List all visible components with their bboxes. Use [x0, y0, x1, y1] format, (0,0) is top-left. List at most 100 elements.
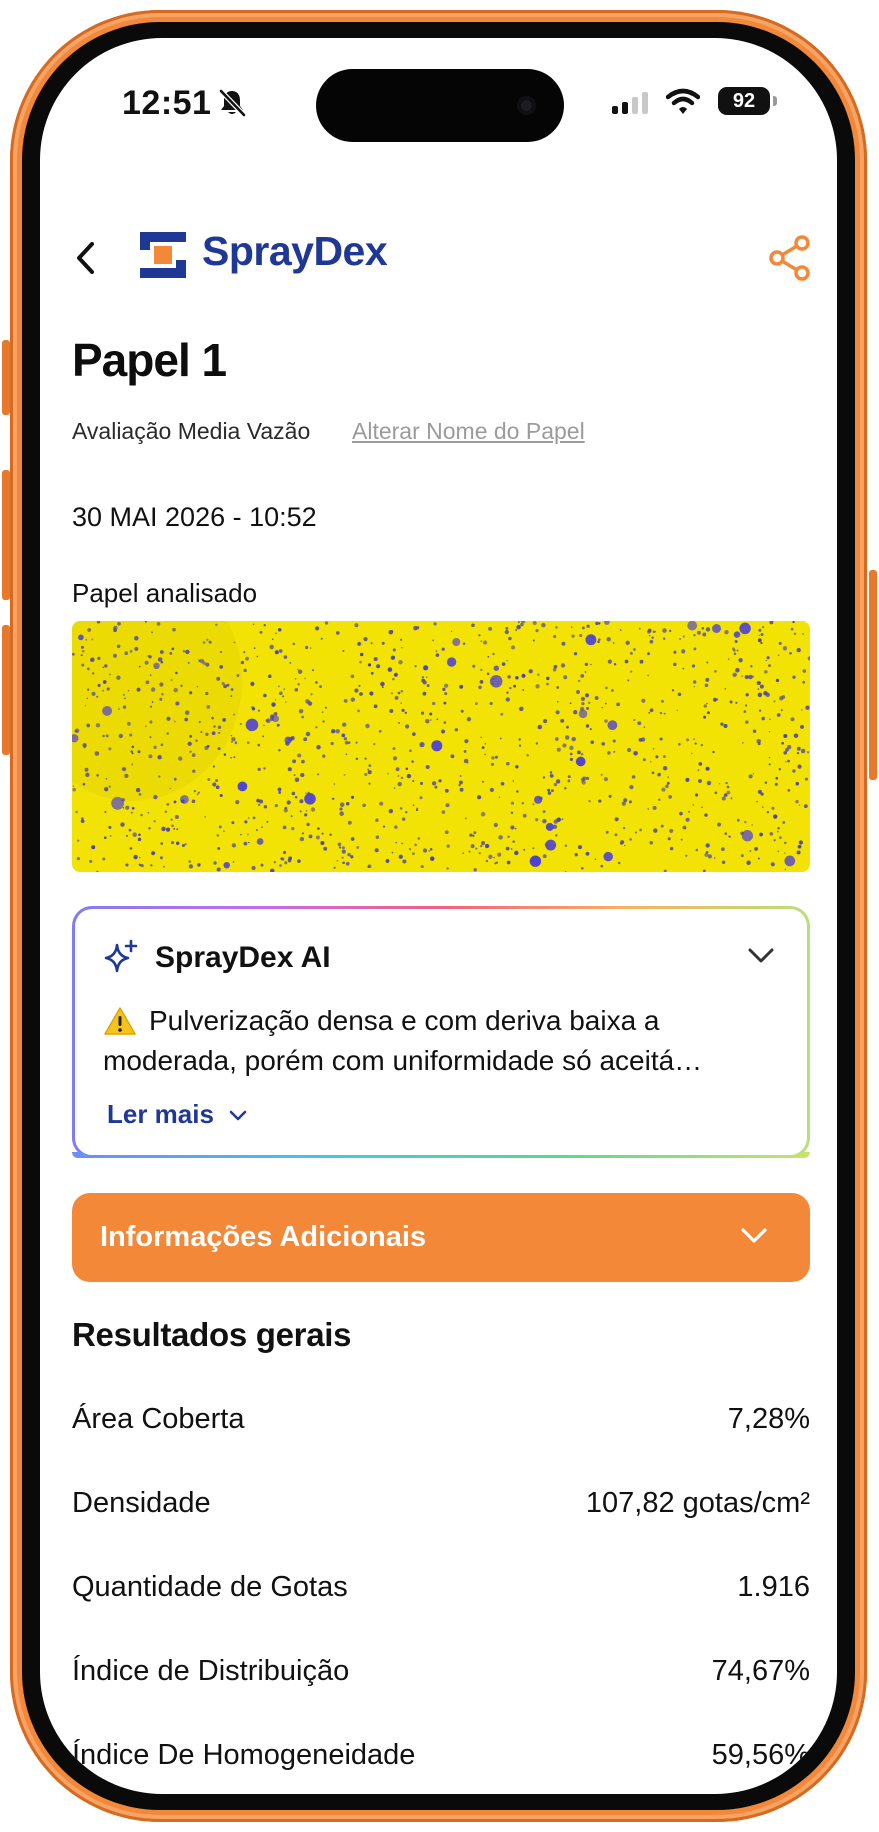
battery-level: 92 — [732, 90, 756, 112]
rename-paper-link[interactable]: Alterar Nome do Papel — [352, 418, 585, 445]
droplet — [121, 766, 127, 772]
droplet — [419, 781, 424, 785]
droplet — [389, 709, 394, 713]
droplet — [541, 622, 546, 628]
droplet — [735, 667, 740, 673]
paper-category: Avaliação Media Vazão — [72, 418, 311, 444]
droplet — [732, 672, 737, 678]
droplet — [169, 651, 173, 655]
droplet — [696, 630, 701, 635]
droplet — [489, 701, 493, 706]
droplet — [223, 830, 225, 832]
droplet — [189, 691, 193, 695]
droplet — [768, 664, 771, 667]
droplet — [189, 750, 192, 753]
droplet — [283, 688, 286, 691]
droplet — [706, 711, 710, 715]
chevron-left-icon[interactable] — [74, 240, 98, 281]
droplet — [608, 794, 612, 798]
droplet — [363, 637, 368, 642]
share-icon[interactable] — [768, 234, 812, 287]
droplet — [216, 834, 220, 837]
droplet — [129, 847, 133, 850]
droplet — [468, 850, 471, 853]
droplet — [297, 683, 300, 686]
droplet — [401, 842, 404, 845]
droplet — [701, 627, 705, 630]
droplet — [273, 860, 277, 864]
droplet — [245, 718, 259, 732]
droplet — [76, 857, 80, 861]
droplet — [807, 656, 810, 661]
droplet — [430, 719, 432, 721]
droplet — [392, 747, 396, 751]
droplet — [90, 657, 95, 663]
droplet — [506, 761, 510, 766]
droplet — [506, 691, 509, 694]
droplet — [666, 781, 670, 785]
droplet — [354, 623, 359, 628]
droplet — [129, 733, 133, 737]
droplet — [102, 734, 105, 738]
droplet — [175, 701, 180, 706]
droplet — [173, 827, 176, 830]
droplet — [243, 668, 247, 673]
droplet — [206, 704, 211, 709]
droplet — [651, 771, 655, 775]
droplet — [473, 868, 477, 872]
droplet — [320, 841, 325, 845]
droplet — [515, 765, 519, 769]
droplet — [153, 745, 157, 750]
droplet — [402, 859, 407, 864]
droplet — [781, 695, 786, 699]
droplet — [569, 757, 573, 761]
droplet — [740, 831, 744, 836]
droplet — [202, 641, 206, 644]
droplet — [555, 834, 558, 837]
droplet — [177, 756, 183, 761]
droplet — [184, 717, 189, 722]
droplet — [797, 764, 802, 769]
droplet — [648, 634, 651, 637]
droplet — [648, 711, 651, 714]
droplet — [113, 625, 118, 631]
droplet — [233, 641, 236, 644]
droplet — [138, 863, 142, 867]
droplet — [607, 659, 612, 664]
droplet — [680, 838, 683, 841]
additional-info-accordion[interactable]: Informações Adicionais — [72, 1193, 810, 1282]
droplet — [649, 639, 654, 644]
droplet — [440, 729, 446, 734]
droplet — [397, 775, 400, 777]
analyzed-paper-image[interactable] — [72, 621, 810, 872]
droplet — [77, 839, 80, 842]
chevron-down-icon[interactable] — [740, 1227, 768, 1250]
droplet — [629, 838, 632, 841]
droplet — [369, 691, 374, 696]
droplet — [705, 766, 710, 771]
read-more-chevron-icon[interactable] — [229, 1109, 247, 1127]
droplet — [421, 676, 424, 679]
droplet — [587, 701, 591, 704]
status-bar: 12:51 92 — [40, 38, 837, 158]
signal-icon — [612, 91, 652, 120]
droplet — [492, 652, 495, 656]
droplet — [420, 864, 424, 869]
droplet — [563, 675, 568, 680]
read-more-link[interactable]: Ler mais — [107, 1099, 214, 1130]
droplet — [493, 856, 495, 859]
droplet — [553, 664, 558, 669]
droplet — [282, 695, 285, 698]
droplet — [560, 718, 565, 723]
result-row-density: Densidade 107,82 gotas/cm² — [72, 1487, 810, 1527]
chevron-down-icon[interactable] — [747, 947, 775, 970]
droplet — [806, 751, 810, 754]
volume-up-button — [2, 470, 10, 600]
droplet — [86, 697, 89, 700]
droplet — [223, 753, 227, 756]
droplet — [299, 836, 305, 842]
droplet — [292, 759, 297, 764]
droplet — [693, 685, 696, 688]
droplet — [727, 658, 730, 660]
droplet — [484, 843, 490, 849]
